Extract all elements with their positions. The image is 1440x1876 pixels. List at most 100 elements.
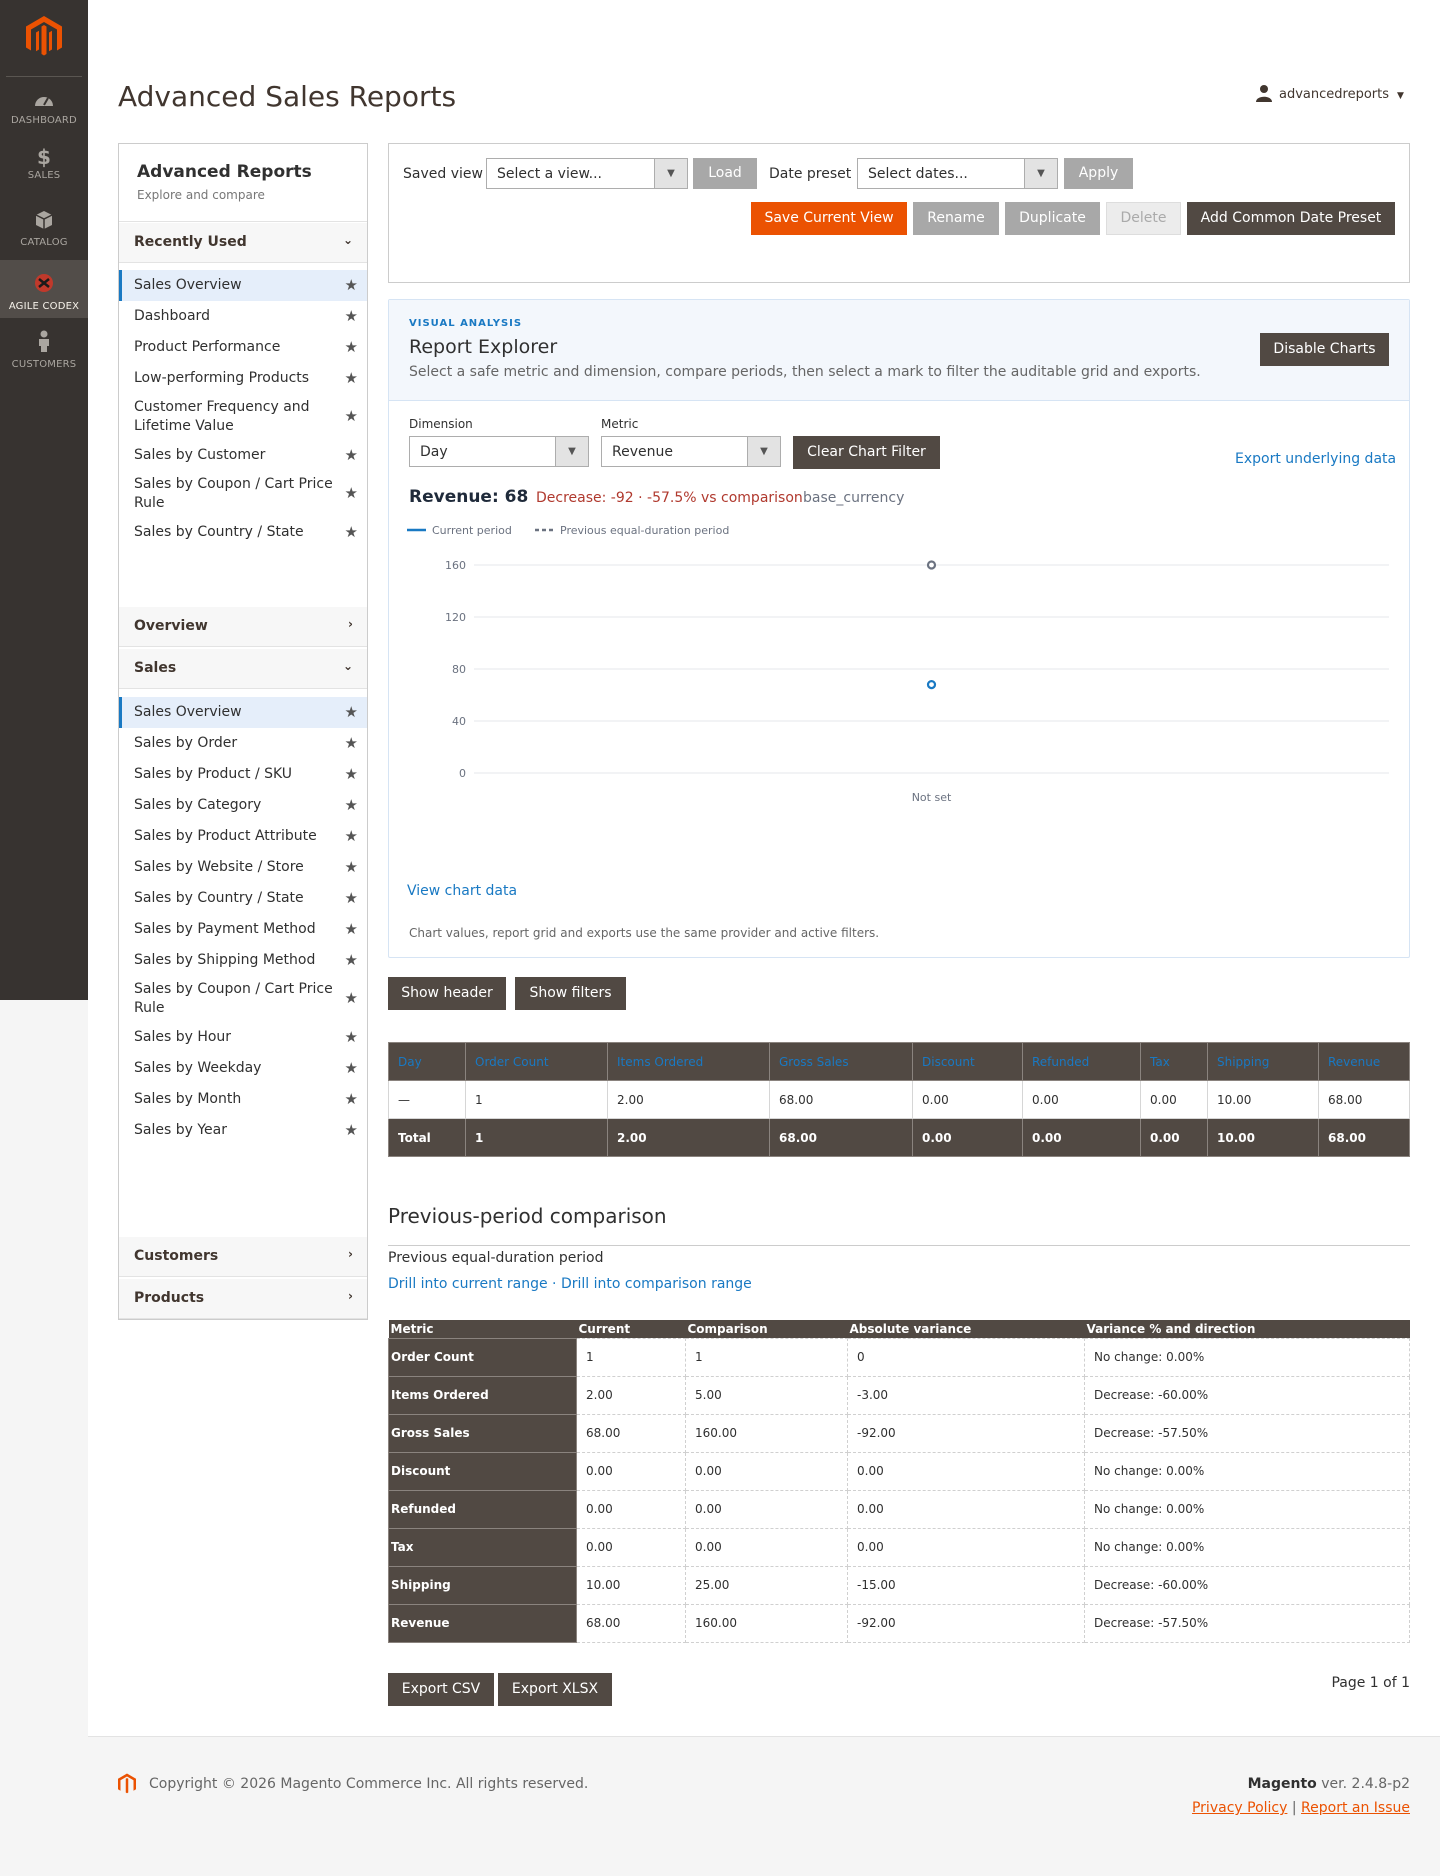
sidebar-item[interactable]: Sales by Payment Method ★ [119, 914, 367, 945]
report-issue-link[interactable]: Report an Issue [1301, 1800, 1410, 1816]
account-menu[interactable]: advancedreports ▼ [1255, 84, 1404, 102]
load-button[interactable]: Load [693, 158, 757, 189]
metric-name: Revenue [388, 1603, 577, 1643]
grid-column-header[interactable]: Refunded [1022, 1042, 1141, 1081]
menu-label: CATALOG [20, 237, 68, 248]
metric-select[interactable]: Revenue ▼ [601, 436, 781, 467]
clear-chart-filter-button[interactable]: Clear Chart Filter [793, 436, 940, 469]
report-grid: Day Order Count Items Ordered Gross Sales Di… [388, 1042, 1410, 1157]
favorite-star-icon[interactable]: ★ [345, 989, 358, 1008]
reports-sidebar: Advanced Reports Explore and compare Rec… [118, 143, 368, 1320]
duplicate-button[interactable]: Duplicate [1005, 202, 1100, 235]
favorite-star-icon[interactable]: ★ [345, 1090, 358, 1109]
sidebar-item[interactable]: Sales by Coupon / Cart Price Rule ★ [119, 976, 367, 1022]
grid-column-header[interactable]: Order Count [465, 1042, 608, 1081]
comparison-cell: -92.00 [847, 1603, 1085, 1643]
privacy-policy-link[interactable]: Privacy Policy [1192, 1800, 1287, 1816]
grid-cell: 68.00 [1318, 1080, 1410, 1119]
sidebar-item[interactable]: Sales by Weekday ★ [119, 1053, 367, 1084]
sidebar-item[interactable]: Sales Overview ★ [119, 270, 367, 301]
sidebar-item[interactable]: Sales by Category ★ [119, 790, 367, 821]
favorite-star-icon[interactable]: ★ [345, 484, 358, 503]
group-sales[interactable]: Sales ⌄ [119, 649, 367, 689]
sidebar-item[interactable]: Sales by Product Attribute ★ [119, 821, 367, 852]
date-preset-select[interactable]: Select dates... ▼ [857, 158, 1058, 189]
group-products[interactable]: Products › [119, 1279, 367, 1319]
grid-column-header[interactable]: Discount [912, 1042, 1023, 1081]
drill-current-link[interactable]: Drill into current range [388, 1276, 548, 1292]
sidebar-item[interactable]: Sales by Country / State ★ [119, 517, 367, 548]
rename-button[interactable]: Rename [913, 202, 999, 235]
grid-cell: 0.00 [1140, 1080, 1208, 1119]
menu-item-dashboard[interactable]: DASHBOARD [0, 92, 88, 132]
sidebar-item[interactable]: Sales by Order ★ [119, 728, 367, 759]
comparison-cell: 10.00 [576, 1565, 686, 1605]
sidebar-item[interactable]: Sales by Hour ★ [119, 1022, 367, 1053]
sidebar-item[interactable]: Customer Frequency and Lifetime Value ★ [119, 394, 367, 440]
sidebar-item[interactable]: Sales Overview ★ [119, 697, 367, 728]
saved-view-select[interactable]: Select a view... ▼ [486, 158, 688, 189]
save-view-button[interactable]: Save Current View [751, 202, 907, 235]
grid-column-header[interactable]: Revenue [1318, 1042, 1410, 1081]
delete-button[interactable]: Delete [1106, 202, 1181, 235]
sidebar-item[interactable]: Low-performing Products ★ [119, 363, 367, 394]
sidebar-item[interactable]: Sales by Website / Store ★ [119, 852, 367, 883]
group-recently-used[interactable]: Recently Used ⌄ [119, 223, 367, 263]
grid-column-header[interactable]: Shipping [1207, 1042, 1319, 1081]
grid-cell: 0.00 [1022, 1080, 1141, 1119]
export-csv-button[interactable]: Export CSV [388, 1673, 494, 1706]
dimension-select[interactable]: Day ▼ [409, 436, 589, 467]
sidebar-item[interactable]: Sales by Product / SKU ★ [119, 759, 367, 790]
favorite-star-icon[interactable]: ★ [345, 889, 358, 908]
export-xlsx-button[interactable]: Export XLSX [498, 1673, 612, 1706]
favorite-star-icon[interactable]: ★ [345, 920, 358, 939]
favorite-star-icon[interactable]: ★ [345, 369, 358, 388]
menu-item-sales[interactable]: $ SALES [0, 147, 88, 188]
pager: Page 1 of 1 [1331, 1675, 1410, 1691]
grid-column-header[interactable]: Gross Sales [769, 1042, 913, 1081]
favorite-star-icon[interactable]: ★ [345, 858, 358, 877]
sidebar-item[interactable]: Dashboard ★ [119, 301, 367, 332]
add-date-preset-button[interactable]: Add Common Date Preset [1187, 202, 1395, 235]
favorite-star-icon[interactable]: ★ [345, 523, 358, 542]
favorite-star-icon[interactable]: ★ [345, 703, 358, 722]
favorite-star-icon[interactable]: ★ [345, 338, 358, 357]
dimension-label: Dimension [409, 417, 473, 431]
favorite-star-icon[interactable]: ★ [345, 446, 358, 465]
menu-divider [6, 76, 82, 77]
favorite-star-icon[interactable]: ★ [345, 951, 358, 970]
grid-column-header[interactable]: Day [388, 1042, 466, 1081]
disable-charts-button[interactable]: Disable Charts [1260, 333, 1389, 366]
sidebar-item[interactable]: Sales by Coupon / Cart Price Rule ★ [119, 471, 367, 517]
menu-item-agile-codex[interactable]: AGILE CODEX [0, 260, 88, 318]
favorite-star-icon[interactable]: ★ [345, 276, 358, 295]
sidebar-item[interactable]: Sales by Month ★ [119, 1084, 367, 1115]
favorite-star-icon[interactable]: ★ [345, 734, 358, 753]
favorite-star-icon[interactable]: ★ [345, 827, 358, 846]
apply-button[interactable]: Apply [1064, 158, 1133, 189]
view-chart-data-link[interactable]: View chart data [407, 883, 517, 899]
favorite-star-icon[interactable]: ★ [345, 796, 358, 815]
menu-item-customers[interactable]: CUSTOMERS [0, 330, 88, 370]
favorite-star-icon[interactable]: ★ [345, 765, 358, 784]
show-header-button[interactable]: Show header [388, 977, 506, 1010]
show-filters-button[interactable]: Show filters [515, 977, 626, 1010]
favorite-star-icon[interactable]: ★ [345, 1028, 358, 1047]
magento-logo-icon[interactable] [26, 16, 62, 62]
export-underlying-link[interactable]: Export underlying data [1235, 451, 1396, 467]
favorite-star-icon[interactable]: ★ [345, 1121, 358, 1140]
sidebar-item[interactable]: Sales by Shipping Method ★ [119, 945, 367, 976]
sidebar-item[interactable]: Product Performance ★ [119, 332, 367, 363]
menu-item-catalog[interactable]: CATALOG [0, 210, 88, 250]
drill-comparison-link[interactable]: Drill into comparison range [561, 1276, 752, 1292]
sidebar-item[interactable]: Sales by Year ★ [119, 1115, 367, 1146]
group-customers[interactable]: Customers › [119, 1237, 367, 1277]
grid-column-header[interactable]: Items Ordered [607, 1042, 770, 1081]
favorite-star-icon[interactable]: ★ [345, 307, 358, 326]
sidebar-item[interactable]: Sales by Country / State ★ [119, 883, 367, 914]
favorite-star-icon[interactable]: ★ [345, 407, 358, 426]
favorite-star-icon[interactable]: ★ [345, 1059, 358, 1078]
sidebar-item[interactable]: Sales by Customer ★ [119, 440, 367, 471]
group-overview[interactable]: Overview › [119, 607, 367, 647]
grid-column-header[interactable]: Tax [1140, 1042, 1208, 1081]
